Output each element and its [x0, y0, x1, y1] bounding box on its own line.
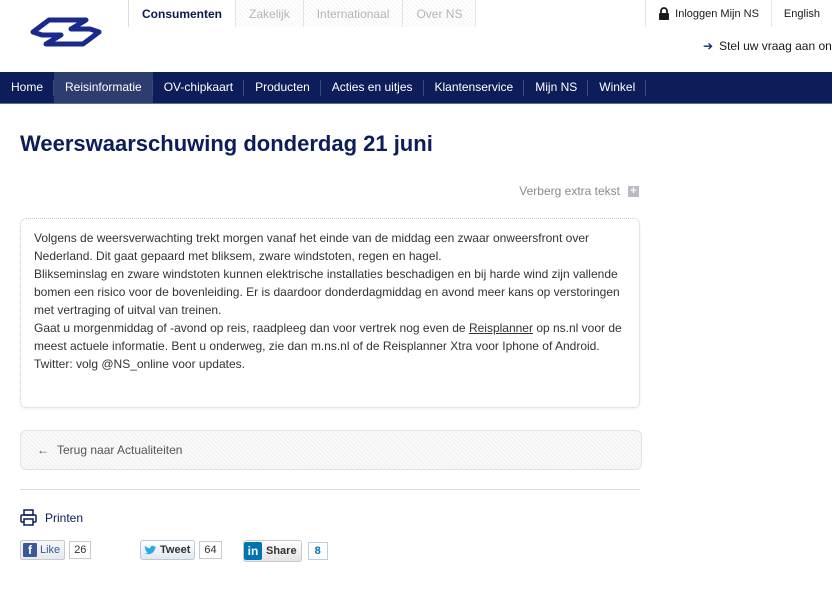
ask-question-link[interactable]: ➔ Stel uw vraag aan ons	[703, 39, 832, 53]
tab-consumenten[interactable]: Consumenten	[128, 0, 236, 27]
twitter-tweet-widget: Tweet 64	[140, 540, 222, 560]
linkedin-share-label: Share	[266, 545, 297, 557]
facebook-like-button[interactable]: f Like	[20, 540, 66, 560]
tab-over-ns[interactable]: Over NS	[402, 0, 477, 27]
facebook-like-count: 26	[69, 541, 92, 559]
audience-tabs: Consumenten Zakelijk Internationaal Over…	[128, 0, 477, 27]
linkedin-share-button[interactable]: in Share	[243, 540, 302, 562]
nav-mijn-ns[interactable]: Mijn NS	[524, 72, 589, 103]
article-paragraph: Gaat u morgenmiddag of -avond op reis, r…	[34, 319, 626, 373]
article-paragraph: Blikseminslag en zware windstoten kunnen…	[34, 267, 620, 317]
page-title: Weerswaarschuwing donderdag 21 juni	[20, 131, 433, 156]
arrow-left-icon: ←	[37, 443, 49, 457]
back-to-news-link[interactable]: ← Terug naar Actualiteiten	[20, 430, 642, 470]
tweet-count: 64	[199, 541, 222, 559]
back-link-label: Terug naar Actualiteiten	[57, 443, 183, 457]
hide-extra-text-toggle[interactable]: Verberg extra tekst +	[519, 184, 639, 198]
toggle-label: Verberg extra tekst	[519, 184, 620, 198]
tab-internationaal[interactable]: Internationaal	[302, 0, 403, 27]
ask-question-label: Stel uw vraag aan ons	[719, 39, 832, 53]
linkedin-icon: in	[244, 542, 262, 560]
tweet-label: Tweet	[160, 544, 191, 556]
nav-producten[interactable]: Producten	[244, 72, 321, 103]
login-label: Inloggen Mijn NS	[675, 7, 759, 20]
divider	[20, 489, 640, 490]
tab-zakelijk[interactable]: Zakelijk	[235, 0, 303, 27]
lock-icon	[659, 7, 670, 20]
facebook-like-widget: f Like 26	[20, 540, 92, 560]
article-body: Volgens de weersverwachting trekt morgen…	[20, 218, 640, 408]
login-link[interactable]: Inloggen Mijn NS	[646, 0, 771, 27]
nav-klantenservice[interactable]: Klantenservice	[424, 72, 525, 103]
nav-winkel[interactable]: Winkel	[588, 72, 647, 103]
nav-acties-en-uitjes[interactable]: Acties en uitjes	[321, 72, 424, 103]
linkedin-share-count: 8	[307, 542, 328, 560]
print-link[interactable]: Printen	[20, 509, 83, 526]
arrow-right-icon: ➔	[703, 39, 714, 53]
language-link[interactable]: English	[772, 0, 832, 27]
article-paragraph: Volgens de weersverwachting trekt morgen…	[34, 231, 589, 263]
facebook-icon: f	[23, 543, 37, 557]
linkedin-share-widget: in Share 8	[243, 540, 328, 562]
print-label: Printen	[45, 510, 84, 525]
utility-links: Inloggen Mijn NS English	[645, 0, 832, 27]
printer-icon	[20, 509, 37, 526]
paragraph-text: Gaat u morgenmiddag of -avond op reis, r…	[34, 321, 469, 335]
nav-home[interactable]: Home	[0, 72, 55, 103]
ns-logo[interactable]	[30, 16, 102, 48]
nav-ov-chipkaart[interactable]: OV-chipkaart	[153, 72, 245, 103]
tweet-button[interactable]: Tweet	[140, 540, 196, 560]
main-navigation: Home Reisinformatie OV-chipkaart Product…	[0, 72, 832, 104]
reisplanner-link[interactable]: Reisplanner	[469, 321, 533, 335]
nav-reisinformatie[interactable]: Reisinformatie	[54, 72, 153, 103]
plus-icon: +	[628, 185, 639, 197]
facebook-like-label: Like	[40, 544, 61, 556]
twitter-bird-icon	[144, 545, 156, 555]
